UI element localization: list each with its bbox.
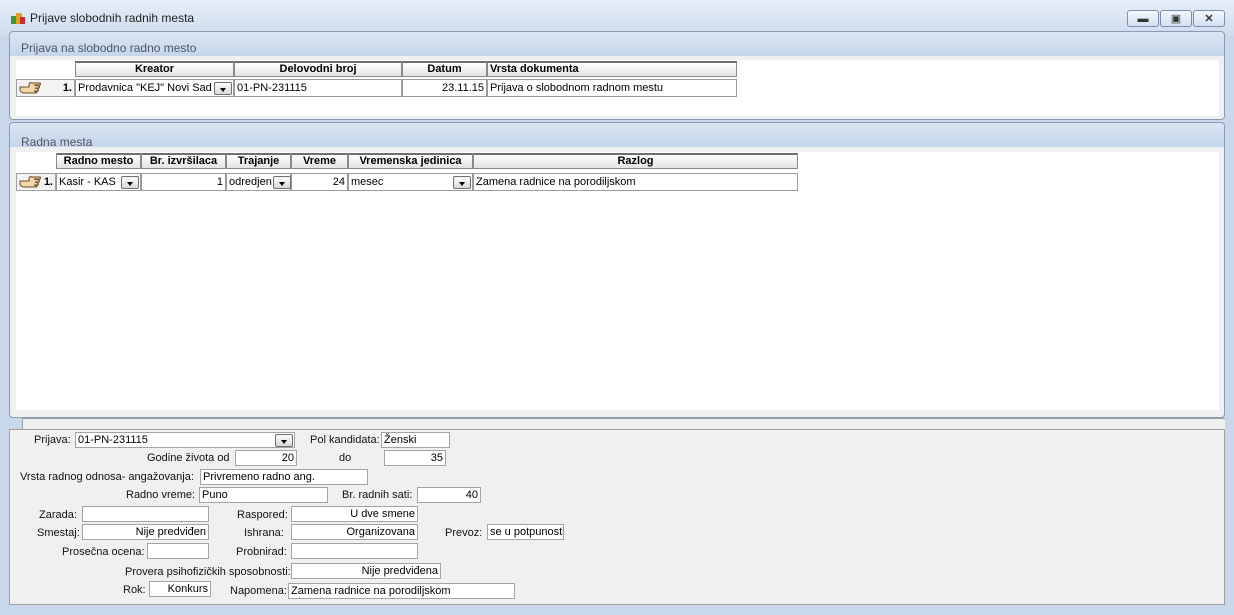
cell-vreme[interactable]: 24: [291, 173, 348, 191]
prijava-panel: Prijava na slobodno radno mesto Kreator …: [9, 31, 1225, 120]
prevoz-label: Prevoz:: [445, 527, 483, 539]
radna-mesta-panel: Radna mesta Radno mesto Br. izvršilaca T…: [9, 122, 1225, 418]
window-title: Prijave slobodnih radnih mesta: [30, 11, 195, 25]
napomena-label: Napomena:: [230, 585, 287, 597]
prosecna-ocena-label: Prosečna ocena:: [62, 546, 145, 558]
cell-delovodni-broj[interactable]: 01-PN-231115: [234, 79, 402, 97]
col-datum[interactable]: Datum: [402, 61, 487, 77]
row-indicator[interactable]: 1.: [16, 79, 75, 97]
provera-field[interactable]: Nije predviđena: [291, 563, 441, 579]
godine-od-label: Godine života od: [147, 452, 230, 464]
smestaj-label: Smestaj:: [37, 527, 80, 539]
col-delovodni-broj[interactable]: Delovodni broj: [234, 61, 402, 77]
cell-vrsta-dokumenta[interactable]: Prijava o slobodnom radnom mestu: [487, 79, 737, 97]
pol-kandidata-field[interactable]: Ženski: [381, 432, 450, 448]
godine-do-field[interactable]: 35: [384, 450, 446, 466]
ishrana-field[interactable]: Organizovana: [291, 524, 418, 540]
row-indicator[interactable]: 1.: [16, 173, 56, 191]
col-vreme[interactable]: Vreme: [291, 153, 348, 169]
prijava-label: Prijava:: [34, 434, 71, 446]
maximize-button[interactable]: ▣: [1160, 10, 1192, 27]
row-number: 1.: [62, 82, 72, 94]
provera-label: Provera psihofizičkih sposobnosti:: [125, 566, 291, 578]
minimize-button[interactable]: ▬: [1127, 10, 1159, 27]
probni-rad-field[interactable]: [291, 543, 418, 559]
raspored-label: Raspored:: [237, 509, 288, 521]
col-radno-mesto[interactable]: Radno mesto: [56, 153, 141, 169]
close-icon: ✕: [1204, 13, 1214, 25]
br-radnih-sati-label: Br. radnih sati:: [342, 489, 413, 501]
kreator-dropdown-icon[interactable]: [214, 82, 232, 95]
prijava-grid: Kreator Delovodni broj Datum Vrsta dokum…: [16, 60, 1219, 116]
minimize-icon: ▬: [1137, 12, 1149, 25]
zarada-field[interactable]: [82, 506, 209, 522]
vremenska-jedinica-dropdown-icon[interactable]: [453, 176, 471, 189]
cell-kreator[interactable]: Prodavnica "KEJ" Novi Sad: [75, 79, 234, 97]
col-razlog[interactable]: Razlog: [473, 153, 798, 169]
br-radnih-sati-field[interactable]: 40: [417, 487, 481, 503]
smestaj-field[interactable]: Nije predviđen: [82, 524, 209, 540]
probni-rad-label: Probnirad:: [236, 546, 287, 558]
col-br-izvrsilaca[interactable]: Br. izvršilaca: [141, 153, 226, 169]
close-button[interactable]: ✕: [1193, 10, 1225, 27]
prevoz-field[interactable]: se u potpunosti: [487, 524, 564, 540]
prosecna-ocena-field[interactable]: [147, 543, 209, 559]
cell-br-izvrsilaca[interactable]: 1: [141, 173, 226, 191]
col-kreator[interactable]: Kreator: [75, 61, 234, 77]
godine-do-label: do: [339, 452, 352, 464]
radna-mesta-panel-title: Radna mesta: [21, 135, 93, 149]
rok-field[interactable]: Konkurs: [149, 581, 211, 597]
maximize-icon: ▣: [1170, 13, 1182, 25]
vrsta-odnosa-label: Vrsta radnog odnosa- angažovanja:: [20, 471, 194, 483]
raspored-field[interactable]: U dve smene: [291, 506, 418, 522]
ishrana-label: Ishrana:: [244, 527, 284, 539]
godine-od-field[interactable]: 20: [235, 450, 297, 466]
col-trajanje[interactable]: Trajanje: [226, 153, 291, 169]
radno-vreme-label: Radno vreme:: [126, 489, 196, 501]
zarada-label: Zarada:: [39, 509, 77, 521]
prijava-dropdown-icon[interactable]: [275, 434, 293, 447]
row-pointer-icon: [19, 82, 41, 94]
vrsta-odnosa-field[interactable]: Privremeno radno ang.: [200, 469, 368, 485]
radno-vreme-field[interactable]: Puno: [199, 487, 328, 503]
col-vrsta-dokumenta[interactable]: Vrsta dokumenta: [487, 61, 737, 77]
app-icon: [11, 13, 25, 24]
prijava-panel-title: Prijava na slobodno radno mesto: [21, 41, 197, 55]
prijava-select[interactable]: 01-PN-231115: [75, 432, 295, 448]
radna-mesta-grid: Radno mesto Br. izvršilaca Trajanje Vrem…: [16, 152, 1219, 410]
trajanje-dropdown-icon[interactable]: [273, 176, 291, 189]
napomena-field[interactable]: Zamena radnice na porodiljskom: [288, 583, 515, 599]
rok-label: Rok:: [123, 584, 146, 596]
cell-datum[interactable]: 23.11.15: [402, 79, 487, 97]
col-vremenska-jedinica[interactable]: Vremenska jedinica: [348, 153, 473, 169]
row-pointer-icon: [19, 176, 41, 188]
row-number: 1.: [43, 176, 53, 188]
cell-razlog[interactable]: Zamena radnice na porodiljskom: [473, 173, 798, 191]
radno-mesto-dropdown-icon[interactable]: [121, 176, 139, 189]
pol-kandidata-label: Pol kandidata:: [310, 434, 380, 446]
